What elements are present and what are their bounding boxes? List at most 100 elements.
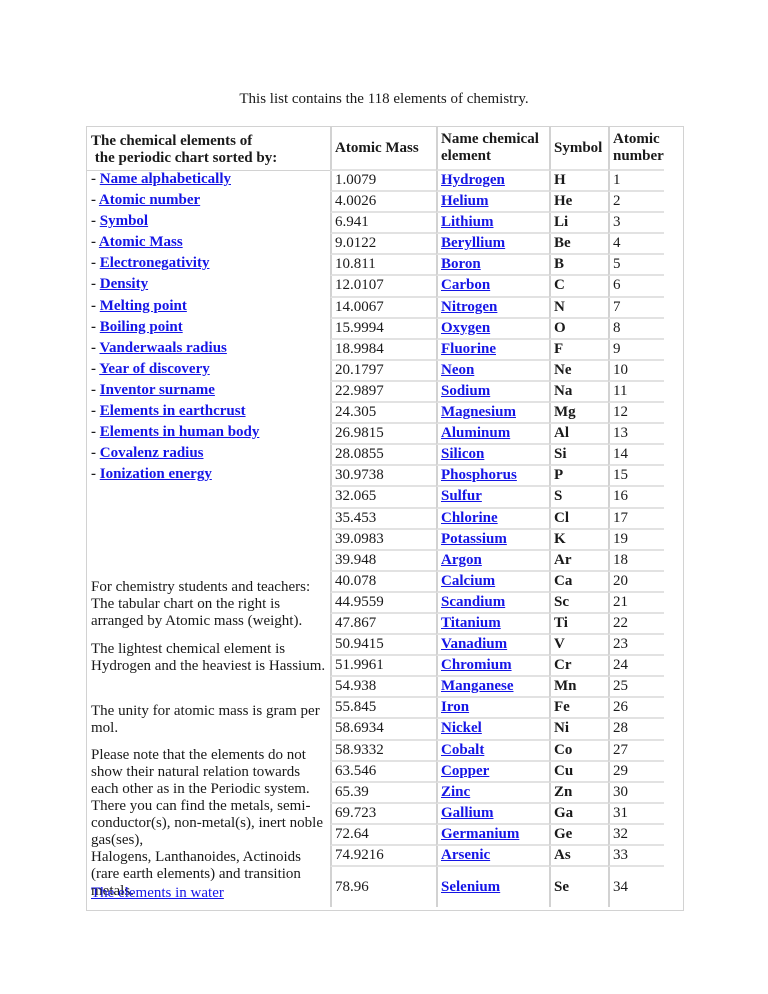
sort-link-item: - Vanderwaals radius [91,338,259,359]
symbol-cell: H [549,171,608,193]
element-link[interactable]: Arsenic [441,847,490,863]
element-link[interactable]: Sulfur [441,488,482,504]
element-link[interactable]: Cobalt [441,742,484,758]
element-link[interactable]: Silicon [441,446,484,462]
sort-link-name-alphabetically[interactable]: Name alphabetically [100,171,231,187]
table-row: 1.0079 Hydrogen H 1 [330,171,664,193]
note-text: Please note that the elements do not sho… [91,747,324,848]
element-link[interactable]: Sodium [441,383,490,399]
element-name-cell: Chromium [436,656,549,678]
table-row: 58.6934 Nickel Ni 28 [330,719,664,741]
sort-link-electronegativity[interactable]: Electronegativity [100,255,210,271]
element-link[interactable]: Potassium [441,531,507,547]
sidebar-heading-line2: the periodic chart sorted by: [91,150,278,166]
sort-link-vanderwaals-radius[interactable]: Vanderwaals radius [99,340,226,356]
table-row: 35.453 Chlorine Cl 17 [330,508,664,530]
element-link[interactable]: Selenium [441,879,500,895]
symbol-cell: Ga [549,803,608,825]
sort-link-melting-point[interactable]: Melting point [100,298,187,314]
atomic-number-cell: 2 [608,192,664,214]
element-link[interactable]: Vanadium [441,636,507,652]
sort-link-atomic-number[interactable]: Atomic number [99,192,200,208]
element-link[interactable]: Beryllium [441,235,505,251]
element-link[interactable]: Argon [441,552,482,568]
sort-link-atomic-mass[interactable]: Atomic Mass [99,234,183,250]
header-element-name: Name chemical element [436,127,549,171]
sort-link-item: - Year of discovery [91,359,259,380]
element-name-cell: Oxygen [436,318,549,340]
element-name-cell: Phosphorus [436,466,549,488]
sort-link-item: - Atomic number [91,190,259,211]
atomic-number-cell: 25 [608,677,664,699]
symbol-cell: N [549,297,608,319]
element-link[interactable]: Lithium [441,214,494,230]
atomic-number-cell: 21 [608,592,664,614]
elements-in-water-link[interactable]: The elements in water [91,885,224,902]
element-name-cell: Hydrogen [436,171,549,193]
element-link[interactable]: Gallium [441,805,494,821]
sort-link-elements-in-human-body[interactable]: Elements in human body [100,424,260,440]
element-link[interactable]: Chromium [441,657,512,673]
atomic-mass-cell: 47.867 [330,613,436,636]
atomic-mass-cell: 6.941 [330,213,436,235]
bullet-dash: - [91,213,100,230]
element-name-cell: Boron [436,255,549,277]
element-link[interactable]: Iron [441,699,469,715]
element-link[interactable]: Germanium [441,826,519,842]
atomic-mass-cell: 28.0855 [330,445,436,467]
atomic-mass-cell: 40.078 [330,571,436,593]
symbol-cell: Ca [549,571,608,593]
element-link[interactable]: Magnesium [441,404,516,420]
element-name-cell: Selenium [436,867,549,908]
sort-link-symbol[interactable]: Symbol [100,213,148,229]
element-link[interactable]: Zinc [441,784,470,800]
table-row: 32.065 Sulfur S 16 [330,487,664,509]
element-name-cell: Zinc [436,782,549,804]
element-link[interactable]: Phosphorus [441,467,517,483]
symbol-cell: Co [549,740,608,762]
element-link[interactable]: Scandium [441,594,505,610]
sort-link-density[interactable]: Density [100,276,148,292]
element-link[interactable]: Chlorine [441,510,498,526]
element-link[interactable]: Oxygen [441,320,490,336]
sort-link-boiling-point[interactable]: Boiling point [100,319,183,335]
element-link[interactable]: Copper [441,763,489,779]
element-name-cell: Titanium [436,613,549,636]
bullet-dash: - [91,360,100,377]
element-name-cell: Carbon [436,276,549,298]
element-link[interactable]: Fluorine [441,341,496,357]
table-row: 54.938 Manganese Mn 25 [330,677,664,699]
element-link[interactable]: Calcium [441,573,495,589]
sort-link-year-of-discovery[interactable]: Year of discovery [99,361,210,377]
sort-link-inventor-surname[interactable]: Inventor surname [100,382,215,398]
element-link[interactable]: Nitrogen [441,299,497,315]
atomic-mass-cell: 44.9559 [330,592,436,614]
atomic-number-cell: 19 [608,529,664,551]
table-row: 14.0067 Nitrogen N 7 [330,297,664,319]
atomic-mass-cell: 10.811 [330,255,436,277]
header-atomic-number-text: Atomic number [613,131,664,164]
info-paragraph-note: Please note that the elements do not sho… [91,747,327,900]
element-link[interactable]: Aluminum [441,425,510,441]
table-row: 12.0107 Carbon C 6 [330,276,664,298]
element-link[interactable]: Hydrogen [441,172,505,188]
element-name-cell: Scandium [436,592,549,614]
element-name-cell: Calcium [436,571,549,593]
element-name-cell: Manganese [436,677,549,699]
element-link[interactable]: Titanium [441,615,501,631]
element-name-cell: Iron [436,698,549,720]
element-link[interactable]: Neon [441,362,474,378]
atomic-mass-cell: 22.9897 [330,381,436,404]
element-link[interactable]: Helium [441,193,489,209]
sort-link-ionization-energy[interactable]: Ionization energy [100,466,212,482]
element-link[interactable]: Nickel [441,720,482,736]
symbol-cell: Be [549,234,608,256]
element-link[interactable]: Manganese [441,678,514,694]
symbol-cell: As [549,846,608,868]
sort-link-covalenz-radius[interactable]: Covalenz radius [100,445,204,461]
sort-link-elements-in-earthcrust[interactable]: Elements in earthcrust [100,403,246,419]
element-link[interactable]: Boron [441,256,481,272]
element-link[interactable]: Carbon [441,277,490,293]
table-row: 50.9415 Vanadium V 23 [330,635,664,657]
header-symbol: Symbol [549,127,608,171]
